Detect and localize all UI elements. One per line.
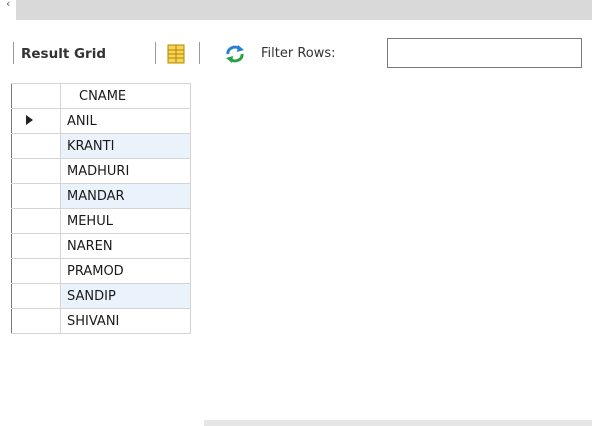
cell-cname[interactable]: ANIL — [60, 108, 191, 134]
result-toolbar: Result Grid Filter Rows: — [0, 38, 592, 76]
result-grid-panel: ‹ Result Grid Filter Rows: CNAME ANIL KR… — [0, 0, 592, 426]
row-indicator[interactable] — [11, 208, 61, 234]
row-indicator[interactable] — [11, 308, 61, 334]
table-row[interactable]: SANDIP — [11, 283, 191, 309]
table-row[interactable]: MADHURI — [11, 158, 191, 184]
result-grid: CNAME ANIL KRANTI MADHURI MANDAR MEHUL N… — [11, 83, 191, 334]
toolbar-separator — [13, 42, 14, 64]
cell-cname[interactable]: MADHURI — [60, 158, 191, 184]
filter-rows-label: Filter Rows: — [261, 46, 336, 61]
table-row[interactable]: MANDAR — [11, 183, 191, 209]
cell-cname[interactable]: PRAMOD — [60, 258, 191, 284]
cell-cname[interactable]: MEHUL — [60, 208, 191, 234]
row-indicator[interactable] — [11, 283, 61, 309]
toolbar-separator — [199, 42, 200, 64]
row-header-corner[interactable] — [11, 83, 61, 109]
horizontal-scrollbar[interactable]: ‹ — [0, 0, 592, 20]
table-row[interactable]: NAREN — [11, 233, 191, 259]
scrollbar-track[interactable] — [16, 0, 592, 20]
cell-cname[interactable]: MANDAR — [60, 183, 191, 209]
current-row-arrow-icon — [26, 114, 33, 125]
row-indicator[interactable] — [11, 108, 61, 134]
row-indicator[interactable] — [11, 258, 61, 284]
table-row[interactable]: MEHUL — [11, 208, 191, 234]
cell-cname[interactable]: KRANTI — [60, 133, 191, 159]
table-row[interactable]: SHIVANI — [11, 308, 191, 334]
cell-cname[interactable]: SANDIP — [60, 283, 191, 309]
table-row[interactable]: KRANTI — [11, 133, 191, 159]
cell-cname[interactable]: SHIVANI — [60, 308, 191, 334]
table-row[interactable]: ANIL — [11, 108, 191, 134]
table-row[interactable]: PRAMOD — [11, 258, 191, 284]
filter-rows-input[interactable] — [387, 38, 582, 68]
row-indicator[interactable] — [11, 158, 61, 184]
grid-header-row: CNAME — [11, 83, 191, 109]
toolbar-separator — [155, 42, 156, 64]
row-indicator[interactable] — [11, 233, 61, 259]
column-header-cname[interactable]: CNAME — [60, 83, 191, 109]
grid-horizontal-scrollbar[interactable] — [204, 420, 592, 426]
row-indicator[interactable] — [11, 183, 61, 209]
refresh-icon[interactable] — [224, 45, 246, 63]
row-indicator[interactable] — [11, 133, 61, 159]
result-grid-tab[interactable]: Result Grid — [21, 44, 106, 64]
scroll-left-icon[interactable]: ‹ — [6, 0, 14, 9]
cell-cname[interactable]: NAREN — [60, 233, 191, 259]
form-editor-icon[interactable] — [167, 44, 185, 64]
